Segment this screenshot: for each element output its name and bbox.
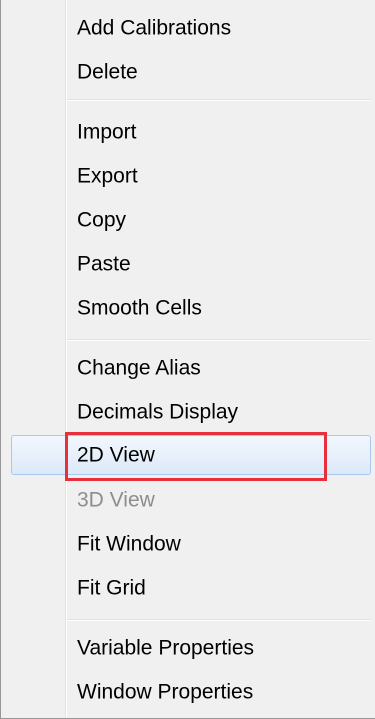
menu-item-copy[interactable]: Copy — [11, 200, 371, 240]
menu-item-3d-view: 3D View — [11, 480, 371, 520]
menu-item-add-calibrations[interactable]: Add Calibrations — [11, 8, 371, 48]
menu-item-fit-grid[interactable]: Fit Grid — [11, 568, 371, 608]
menu-item-label: Copy — [77, 208, 127, 232]
menu-item-label: Add Calibrations — [77, 16, 232, 40]
menu-item-decimals-display[interactable]: Decimals Display — [11, 392, 371, 432]
menu-item-label: Delete — [77, 60, 138, 84]
menu-item-paste[interactable]: Paste — [11, 244, 371, 284]
menu-item-label: Import — [77, 120, 137, 144]
menu-item-export[interactable]: Export — [11, 156, 371, 196]
menu-item-variable-properties[interactable]: Variable Properties — [11, 628, 371, 668]
menu-item-label: Variable Properties — [77, 636, 255, 660]
menu-item-label: 3D View — [77, 488, 155, 512]
menu-item-delete[interactable]: Delete — [11, 52, 371, 92]
menu-item-import[interactable]: Import — [11, 112, 371, 152]
menu-separator — [68, 619, 371, 621]
menu-item-label: Smooth Cells — [77, 296, 202, 320]
menu-item-label: Window Properties — [77, 680, 254, 704]
menu-item-window-properties[interactable]: Window Properties — [11, 672, 371, 712]
context-menu: Add Calibrations Delete Import Export Co… — [0, 0, 375, 719]
highlight-annotation-box — [65, 432, 327, 481]
menu-item-fit-window[interactable]: Fit Window — [11, 524, 371, 564]
menu-separator — [68, 99, 371, 101]
menu-item-label: Change Alias — [77, 356, 201, 380]
menu-item-label: Decimals Display — [77, 400, 239, 424]
menu-item-label: Export — [77, 164, 138, 188]
menu-item-label: Fit Window — [77, 532, 181, 556]
menu-item-label: Fit Grid — [77, 576, 146, 600]
menu-item-smooth-cells[interactable]: Smooth Cells — [11, 288, 371, 328]
menu-separator — [68, 339, 371, 341]
menu-item-label: Paste — [77, 252, 131, 276]
menu-item-change-alias[interactable]: Change Alias — [11, 348, 371, 388]
